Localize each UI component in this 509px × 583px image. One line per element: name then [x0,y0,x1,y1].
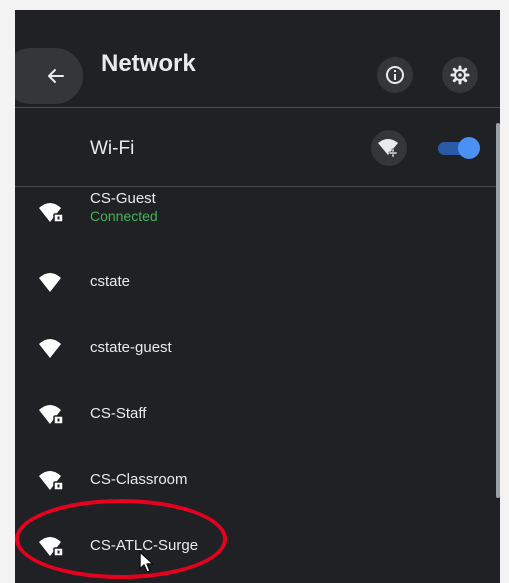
wifi-lock-icon [39,405,64,425]
page-title: Network [101,50,196,77]
network-name: CS-Guest [90,190,156,207]
wifi-toggle-row: Wi-Fi [15,108,500,190]
toggle-thumb [458,137,480,159]
network-item-cstate[interactable]: cstate [15,258,485,306]
network-name: CS-Classroom [90,471,188,488]
back-button[interactable] [15,48,83,104]
add-network-button[interactable] [371,130,407,166]
scrollbar[interactable] [496,123,500,498]
network-name: CS-Staff [90,405,147,422]
header: Network [15,10,500,108]
wifi-label: Wi-Fi [90,138,135,159]
network-name: cstate [90,273,131,290]
wifi-lock-icon [39,203,64,223]
wifi-icon [39,273,61,292]
network-item-cs-guest[interactable]: CS-Guest Connected [15,188,485,236]
settings-button[interactable] [442,57,478,93]
info-icon [386,66,404,84]
info-button[interactable] [377,57,413,93]
network-name: cstate-guest [90,339,172,356]
network-item-cs-classroom[interactable]: CS-Classroom [15,456,485,504]
network-item-cs-staff[interactable]: CS-Staff [15,390,485,438]
wifi-icon [39,339,61,358]
annotation-circle [15,499,227,579]
network-panel: Network Wi-Fi CS-Guest Connected cstate … [15,10,500,583]
arrow-left-icon [48,69,64,83]
network-item-cstate-guest[interactable]: cstate-guest [15,324,485,372]
wifi-add-icon [378,139,398,158]
gear-icon [450,65,470,85]
connection-status: Connected [90,208,158,224]
wifi-divider [15,186,500,187]
wifi-lock-icon [39,471,64,491]
cursor-arrow-icon [139,551,154,573]
